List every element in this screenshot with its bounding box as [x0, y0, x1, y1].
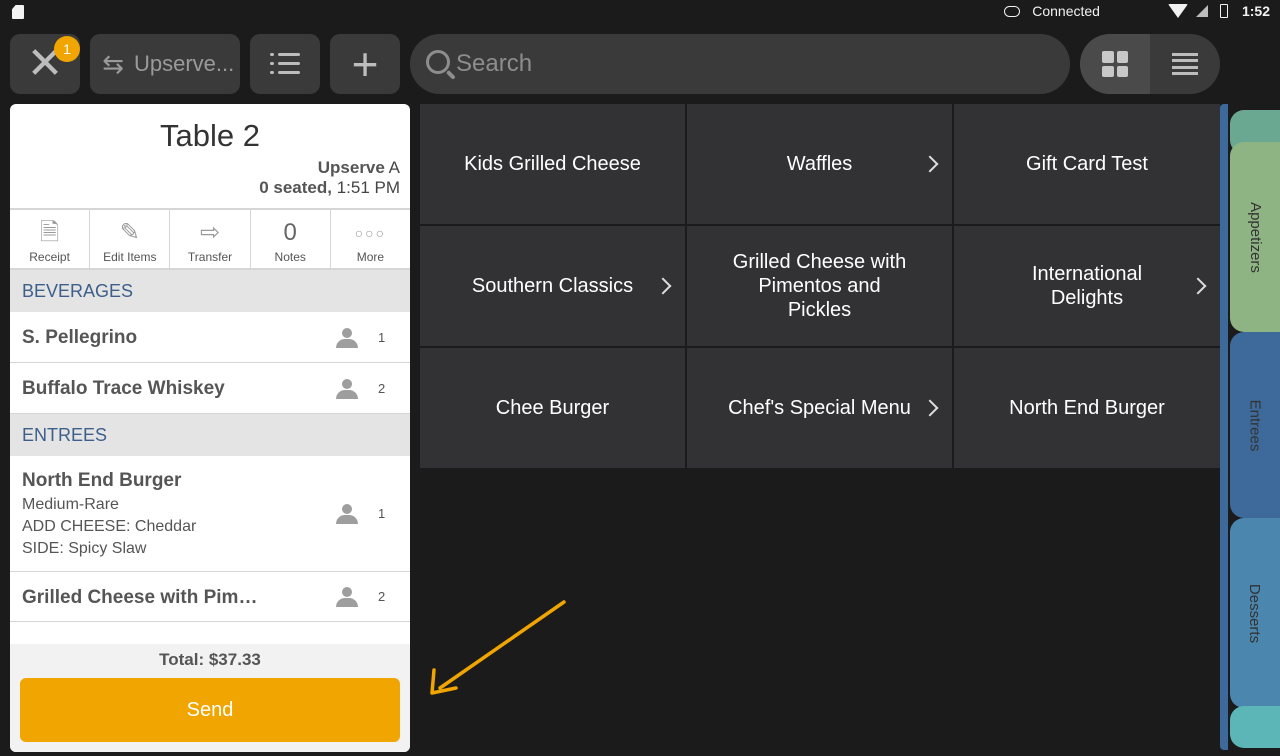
- transfer-button[interactable]: ⇨ Transfer: [170, 210, 251, 268]
- table-title: Table 2: [160, 118, 260, 153]
- pos-screen: Connected 1:52 ✕ 1 ⇆ Upserve... + Search…: [0, 0, 1280, 756]
- seat-person-icon: [336, 328, 358, 348]
- menu-tile-waffles[interactable]: Waffles: [687, 104, 952, 224]
- chevron-right-icon: [1189, 277, 1207, 295]
- menu-tile-international-delights[interactable]: International Delights: [954, 226, 1220, 346]
- lines-icon: [1172, 53, 1198, 75]
- seat-person-icon: [336, 379, 358, 399]
- section-header-entrees: ENTREES: [10, 414, 410, 456]
- menu-tile-north-end-burger[interactable]: North End Burger: [954, 348, 1220, 468]
- order-list-button[interactable]: [250, 34, 320, 94]
- category-tab-bottom[interactable]: [1230, 706, 1280, 748]
- edit-icon: ✎: [119, 219, 140, 246]
- item-modifier: ADD CHEESE: Cheddar: [22, 518, 197, 535]
- list-icon: [270, 53, 300, 75]
- category-tab-entrees[interactable]: Entrees: [1230, 332, 1280, 518]
- item-name: Buffalo Trace Whiskey: [22, 378, 225, 399]
- notes-count: 0: [283, 219, 297, 246]
- ticket-actions: 🗎 Receipt ✎ Edit Items ⇨ Transfer 0 Note…: [10, 208, 410, 270]
- status-right: Connected 1:52: [1004, 3, 1270, 19]
- more-button[interactable]: ○○○ More: [331, 210, 410, 268]
- new-order-button[interactable]: +: [330, 34, 400, 94]
- connection-status: Connected: [1032, 3, 1100, 19]
- order-item[interactable]: Grilled Cheese with Pime... 2: [10, 572, 410, 622]
- item-modifier: SIDE: Spicy Slaw: [22, 540, 147, 557]
- item-name: North End Burger: [22, 470, 182, 491]
- order-item[interactable]: Buffalo Trace Whiskey 2: [10, 363, 410, 414]
- receipt-icon: 🗎: [39, 219, 60, 246]
- more-dots-icon: ○○○: [354, 225, 387, 241]
- server-suffix: A: [388, 158, 400, 177]
- view-toggle: [1080, 34, 1220, 94]
- cloud-icon: [1004, 5, 1021, 17]
- item-modifier: Medium-Rare: [22, 496, 119, 513]
- wifi-icon: [1167, 4, 1188, 18]
- order-item[interactable]: North End Burger Medium-Rare ADD CHEESE:…: [10, 456, 410, 572]
- list-view-button[interactable]: [1150, 34, 1220, 94]
- menu-tile-southern-classics[interactable]: Southern Classics: [420, 226, 685, 346]
- chevron-right-icon: [921, 399, 939, 417]
- seat-number: 1: [378, 506, 386, 521]
- category-tab-desserts[interactable]: Desserts: [1230, 518, 1280, 708]
- seat-person-icon: [336, 587, 358, 607]
- menu-tile-chefs-special-menu[interactable]: Chef's Special Menu: [687, 348, 952, 468]
- search-icon: [426, 50, 450, 74]
- chevron-right-icon: [654, 277, 672, 295]
- server-info: Upserve A: [318, 158, 400, 178]
- section-header-beverages: BEVERAGES: [10, 270, 410, 312]
- item-name: S. Pellegrino: [22, 327, 138, 348]
- seated-info: 0 seated, 1:51 PM: [259, 178, 400, 198]
- search-input[interactable]: [456, 50, 1036, 78]
- signal-icon: [1195, 5, 1208, 17]
- notification-badge: 1: [54, 36, 80, 62]
- server-name: Upserve: [317, 158, 385, 177]
- menu-tile-gift-card-test[interactable]: Gift Card Test: [954, 104, 1220, 224]
- menu-grid: Kids Grilled Cheese Waffles Gift Card Te…: [420, 104, 1220, 468]
- category-tab-appetizers[interactable]: Appetizers: [1230, 142, 1280, 332]
- item-name: Grilled Cheese with Pime...: [22, 587, 262, 608]
- chevron-right-icon: [921, 155, 939, 173]
- notes-button[interactable]: 0 Notes: [251, 210, 331, 268]
- clock: 1:52: [1241, 3, 1270, 19]
- order-ticket: Table 2 Upserve A 0 seated, 1:51 PM 🗎 Re…: [10, 104, 410, 752]
- order-item[interactable]: S. Pellegrino 1: [10, 312, 410, 363]
- status-bar: Connected 1:52: [0, 0, 1280, 24]
- edit-items-button[interactable]: ✎ Edit Items: [90, 210, 171, 268]
- ticket-footer: Total: $37.33 Send: [10, 644, 410, 752]
- receipt-button[interactable]: 🗎 Receipt: [10, 210, 91, 268]
- grid-icon: [1102, 51, 1128, 77]
- menu-tile-kids-grilled-cheese[interactable]: Kids Grilled Cheese: [420, 104, 685, 224]
- seat-number: 2: [378, 381, 386, 396]
- category-rail: [1220, 104, 1228, 750]
- send-button[interactable]: Send: [20, 678, 400, 742]
- order-total: Total: $37.33: [159, 650, 261, 669]
- plus-icon: +: [351, 38, 379, 90]
- battery-icon: [1219, 4, 1228, 18]
- server-switch-label: Upserve...: [134, 51, 235, 76]
- seat-number: 1: [378, 330, 386, 345]
- transfer-arrow-icon: ⇨: [199, 219, 221, 246]
- menu-tile-chee-burger[interactable]: Chee Burger: [420, 348, 685, 468]
- swap-arrows-icon: ⇆: [102, 48, 124, 79]
- annotation-arrow-icon: [430, 600, 566, 695]
- seat-person-icon: [336, 504, 358, 524]
- order-time: 1:51 PM: [336, 178, 400, 197]
- menu-tile-grilled-cheese-pimentos[interactable]: Grilled Cheese with Pimentos and Pickles: [687, 226, 952, 346]
- grid-view-button[interactable]: [1080, 34, 1150, 94]
- seat-number: 2: [378, 589, 386, 604]
- search-bar[interactable]: [410, 34, 1070, 94]
- seated-count: 0 seated,: [259, 178, 332, 197]
- sd-card-icon: [12, 5, 24, 19]
- server-switch-button[interactable]: ⇆ Upserve...: [90, 34, 240, 94]
